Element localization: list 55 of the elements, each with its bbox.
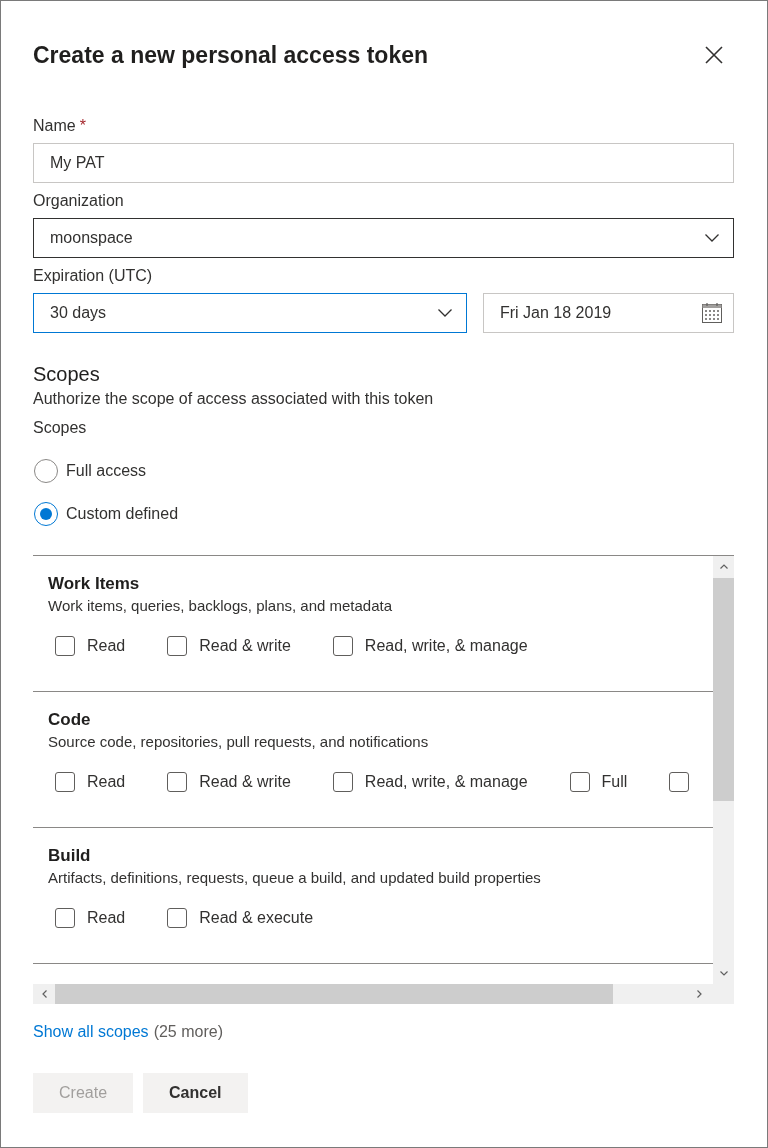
checkbox[interactable] <box>569 772 590 792</box>
scope-group-title: Work Items <box>48 574 141 594</box>
scope-group-description: Artifacts, definitions, requests, queue a build, and updated build properties <box>48 868 542 888</box>
field-label: Organization <box>33 191 125 211</box>
field-label: Scopes <box>33 418 88 438</box>
radio-button[interactable] <box>34 459 58 483</box>
chevron-up-icon[interactable] <box>719 564 728 569</box>
scope-group-description: Work items, queries, backlogs, plans, and metadata <box>48 596 394 616</box>
checkbox-option[interactable]: Read, write, & manage <box>332 636 528 656</box>
checkbox-option[interactable]: Read <box>55 908 126 928</box>
field-label: Expiration (UTC) <box>33 266 154 286</box>
chevron-right-icon[interactable] <box>697 990 702 998</box>
more-count-text: (25 more) <box>153 1022 223 1042</box>
horizontal-scrollbar[interactable] <box>33 984 713 1004</box>
checkbox[interactable] <box>332 772 353 792</box>
checkbox-option[interactable]: Read <box>55 772 126 792</box>
checkbox-option[interactable]: Read <box>55 636 126 656</box>
field-label: Name * <box>33 116 87 136</box>
checkbox-option[interactable]: Read & write <box>167 772 291 792</box>
checkbox[interactable] <box>167 908 188 928</box>
dialog-title: Create a new personal access token <box>33 41 429 70</box>
cancel-button[interactable]: Cancel <box>143 1073 248 1113</box>
chevron-down-icon <box>438 309 452 317</box>
checkbox[interactable] <box>167 772 188 792</box>
checkbox[interactable] <box>55 908 75 928</box>
text-input[interactable]: My PAT <box>33 143 734 183</box>
radio-button[interactable] <box>34 502 58 526</box>
checkbox[interactable] <box>55 636 75 656</box>
scope-group-title: Build <box>48 846 92 866</box>
checkbox[interactable] <box>167 636 188 656</box>
dropdown[interactable]: moonspace <box>33 218 734 258</box>
chevron-down-icon <box>705 234 719 242</box>
section-description: Authorize the scope of access associated with this token <box>33 389 435 409</box>
dropdown[interactable]: 30 days <box>33 293 467 333</box>
section-heading: Scopes <box>33 362 101 387</box>
vertical-scrollbar[interactable] <box>713 556 734 984</box>
show-all-scopes-link[interactable]: Show all scopes <box>33 1022 149 1042</box>
checkbox-option[interactable]: Read & execute <box>167 908 314 928</box>
radio-option[interactable]: Full access <box>33 459 147 483</box>
chevron-down-icon[interactable] <box>719 971 728 976</box>
chevron-left-icon[interactable] <box>42 990 47 998</box>
scrollbar-thumb[interactable] <box>713 578 734 801</box>
checkbox[interactable] <box>55 772 75 792</box>
checkbox-option[interactable]: Full <box>569 772 628 792</box>
checkbox[interactable] <box>669 772 690 792</box>
scrollbar-thumb[interactable] <box>55 984 613 1004</box>
date-field[interactable]: Fri Jan 18 2019 <box>483 293 734 333</box>
checkbox-option[interactable]: Read, write, & manage <box>332 772 528 792</box>
radio-option[interactable]: Custom defined <box>33 502 179 526</box>
checkbox[interactable] <box>332 636 353 656</box>
scope-group-description: Source code, repositories, pull requests, and notifications <box>48 732 430 752</box>
calendar-icon[interactable] <box>702 303 722 323</box>
close-icon[interactable] <box>705 46 723 64</box>
checkbox-option[interactable]: Read & write <box>167 636 291 656</box>
scope-group-title: Code <box>48 710 92 730</box>
